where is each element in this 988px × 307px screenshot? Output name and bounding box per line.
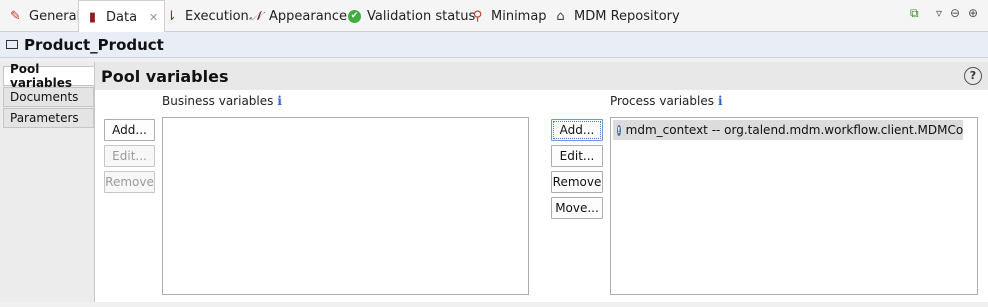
pencil-icon: ✎ xyxy=(10,8,21,24)
side-tab-documents-label: Documents xyxy=(10,90,79,104)
process-remove-button[interactable]: Remove xyxy=(551,171,603,193)
pool-variables-panel: Pool variables ? Business variables i Ad… xyxy=(95,62,988,302)
help-icon[interactable]: ? xyxy=(964,67,982,85)
business-add-button[interactable]: Add... xyxy=(104,119,155,141)
list-item[interactable]: ! mdm_context -- org.talend.mdm.workflow… xyxy=(613,120,963,140)
panel-header: Pool variables ? xyxy=(95,62,988,90)
close-icon[interactable]: ✕ xyxy=(149,11,158,24)
new-window-icon[interactable]: ⧉ xyxy=(910,6,919,21)
tab-data[interactable]: ▮ Data ✕ xyxy=(78,0,166,34)
maximize-icon[interactable]: ⊕ xyxy=(968,6,978,20)
tab-appearance-label: Appearance xyxy=(269,8,348,24)
business-variables-text: Business variables xyxy=(162,94,274,108)
window-icon xyxy=(6,40,18,49)
side-tab-pool-variables[interactable]: Pool variables xyxy=(3,62,94,90)
appearance-icon: 𝒩 xyxy=(249,8,262,24)
tab-general-label: General xyxy=(29,8,81,24)
process-add-button[interactable]: Add... xyxy=(551,119,603,141)
database-icon: ▮ xyxy=(88,10,97,25)
tab-execution-label: Execution xyxy=(185,8,249,24)
info-icon[interactable]: i xyxy=(277,94,282,108)
minimize-icon[interactable]: ⊖ xyxy=(950,6,960,20)
editor-tab-bar: ✎ General ▮ Data ✕ ⇂ Execution 𝒩 Appeara… xyxy=(0,0,988,34)
tab-validation-status[interactable]: ✔ Validation status xyxy=(342,0,481,32)
side-tab-parameters-label: Parameters xyxy=(10,111,79,125)
panel-heading: Pool variables xyxy=(101,66,229,86)
editor-title-bar: Product_Product xyxy=(0,32,988,58)
side-tab-parameters[interactable]: Parameters xyxy=(3,108,94,128)
process-variable-label: mdm_context -- org.talend.mdm.workflow.c… xyxy=(625,123,963,137)
tab-general[interactable]: ✎ General xyxy=(2,0,86,32)
business-remove-button[interactable]: Remove xyxy=(104,171,155,193)
side-tab-list: Pool variables Documents Parameters xyxy=(0,62,95,302)
process-move-button[interactable]: Move... xyxy=(551,197,603,219)
tab-validation-status-label: Validation status xyxy=(367,8,476,24)
tab-minimap-label: Minimap xyxy=(491,8,547,24)
info-icon[interactable]: i xyxy=(718,94,723,108)
tab-mdm-repository[interactable]: ⌂ MDM Repository xyxy=(547,0,686,32)
process-variables-label: Process variables i xyxy=(610,94,723,108)
variable-icon: ! xyxy=(617,124,621,136)
business-variables-label: Business variables i xyxy=(162,94,282,108)
process-variables-text: Process variables xyxy=(610,94,714,108)
process-variables-list[interactable]: ! mdm_context -- org.talend.mdm.workflow… xyxy=(610,117,978,295)
home-icon: ⌂ xyxy=(556,8,565,24)
process-edit-button[interactable]: Edit... xyxy=(551,145,603,167)
business-edit-button[interactable]: Edit... xyxy=(104,145,155,167)
tab-appearance[interactable]: 𝒩 Appearance xyxy=(242,0,353,32)
business-variables-list[interactable] xyxy=(162,117,529,295)
tab-data-label: Data xyxy=(106,10,138,25)
tab-mdm-repository-label: MDM Repository xyxy=(574,8,680,24)
magnifier-icon: ⚲ xyxy=(472,8,483,24)
tab-execution[interactable]: ⇂ Execution xyxy=(158,0,255,32)
side-tab-documents[interactable]: Documents xyxy=(3,87,94,107)
tab-minimap[interactable]: ⚲ Minimap xyxy=(464,0,553,32)
view-menu-icon[interactable]: ▿ xyxy=(936,6,942,20)
page-title: Product_Product xyxy=(24,35,164,54)
execution-icon: ⇂ xyxy=(166,8,177,24)
check-circle-icon: ✔ xyxy=(348,9,361,23)
side-tab-pool-variables-label: Pool variables xyxy=(10,62,73,90)
